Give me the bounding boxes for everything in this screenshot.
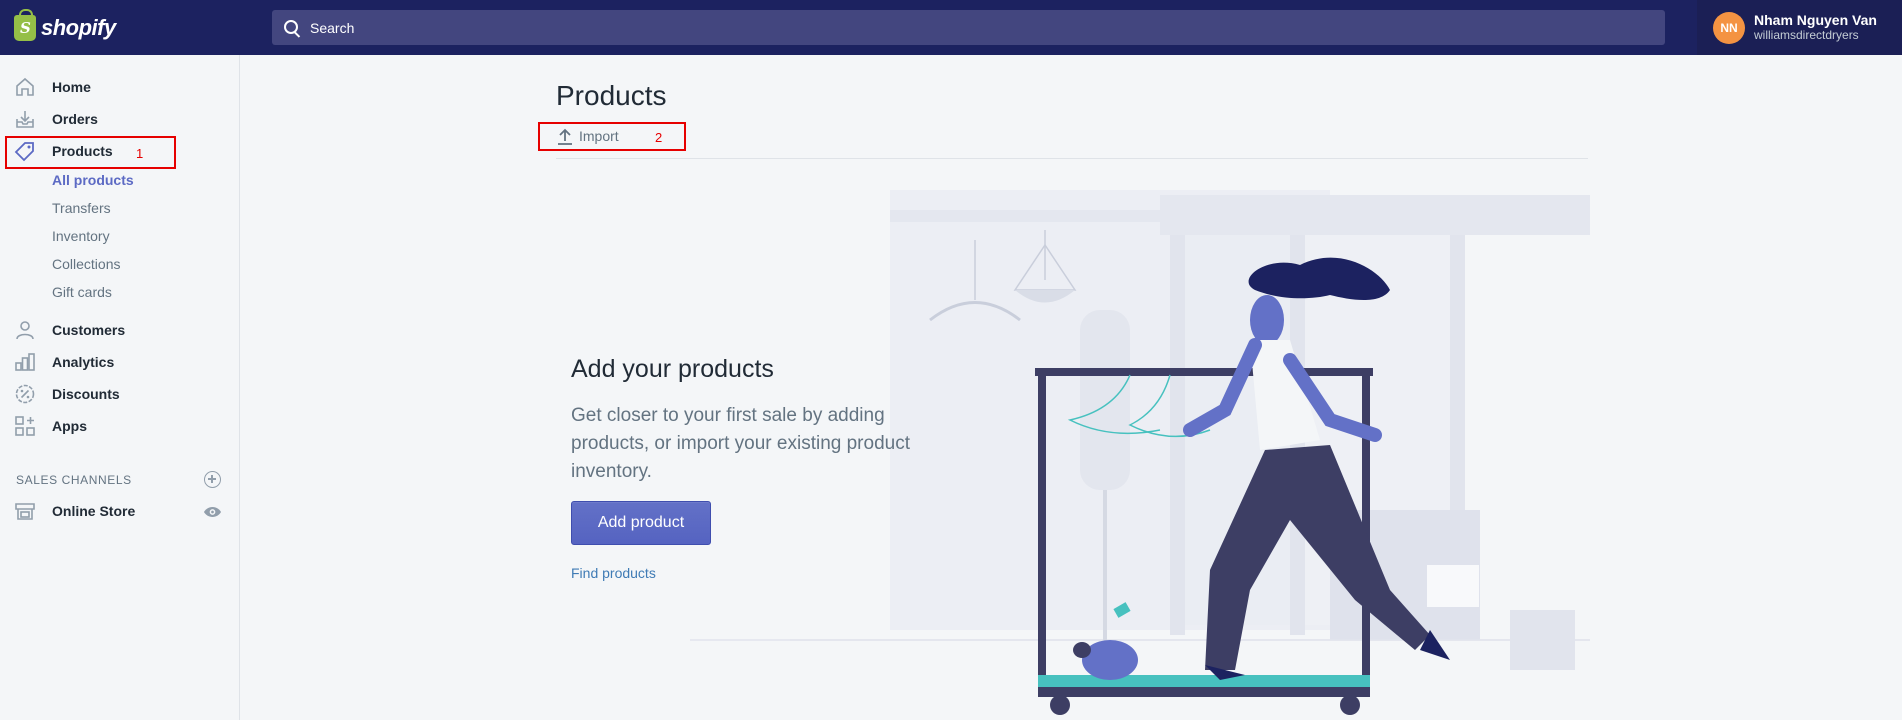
bar-chart-icon bbox=[14, 351, 36, 373]
discount-icon bbox=[14, 383, 36, 405]
account-name: Nham Nguyen Van bbox=[1754, 12, 1877, 28]
annotation-label-1: 1 bbox=[136, 146, 144, 161]
eye-icon[interactable] bbox=[203, 505, 222, 519]
title-divider bbox=[556, 158, 1588, 159]
sidebar-item-analytics[interactable]: Analytics bbox=[14, 348, 224, 376]
sidebar-subitem-collections[interactable]: Collections bbox=[52, 254, 120, 274]
annotation-label-2: 2 bbox=[655, 130, 663, 145]
annotation-box-1 bbox=[5, 136, 176, 169]
store-name: williamsdirectdryers bbox=[1754, 28, 1859, 42]
person-icon bbox=[14, 319, 36, 341]
annotation-box-2 bbox=[538, 122, 686, 151]
sidebar-item-home[interactable]: Home bbox=[14, 73, 224, 101]
sales-channels-heading: SALES CHANNELS bbox=[16, 473, 132, 487]
top-bar: S shopify Search NN Nham Nguyen Van will… bbox=[0, 0, 1902, 55]
store-icon bbox=[14, 500, 36, 522]
search-bar[interactable]: Search bbox=[272, 10, 1665, 45]
logo-text: shopify bbox=[41, 14, 116, 40]
page-title: Products bbox=[556, 80, 667, 111]
home-icon bbox=[14, 76, 36, 98]
sidebar-item-orders[interactable]: Orders bbox=[14, 105, 224, 133]
sidebar-subitem-all-products[interactable]: All products bbox=[52, 170, 134, 190]
orders-icon bbox=[14, 108, 36, 130]
sidebar-item-apps[interactable]: Apps bbox=[14, 412, 224, 440]
account-menu[interactable]: NN Nham Nguyen Van williamsdirectdryers bbox=[1697, 0, 1902, 55]
empty-state-body: Get closer to your first sale by adding … bbox=[571, 405, 910, 482]
add-product-button[interactable]: Add product bbox=[571, 501, 711, 545]
sidebar-subitem-transfers[interactable]: Transfers bbox=[52, 198, 111, 218]
apps-icon bbox=[14, 415, 36, 437]
sidebar-subitem-inventory[interactable]: Inventory bbox=[52, 226, 110, 246]
avatar: NN bbox=[1713, 11, 1745, 44]
empty-state-heading: Add your products bbox=[571, 355, 774, 383]
sidebar-item-discounts[interactable]: Discounts bbox=[14, 380, 224, 408]
find-products-link[interactable]: Find products bbox=[571, 565, 656, 581]
add-sales-channel-icon[interactable] bbox=[204, 471, 221, 488]
shopify-logo[interactable]: S shopify bbox=[0, 0, 240, 55]
search-icon bbox=[284, 19, 298, 34]
sidebar-item-online-store[interactable]: Online Store bbox=[14, 497, 224, 525]
sidebar-subitem-gift-cards[interactable]: Gift cards bbox=[52, 282, 112, 302]
shopify-bag-icon: S bbox=[14, 8, 36, 41]
sidebar-item-customers[interactable]: Customers bbox=[14, 316, 224, 344]
search-input[interactable]: Search bbox=[310, 20, 354, 36]
